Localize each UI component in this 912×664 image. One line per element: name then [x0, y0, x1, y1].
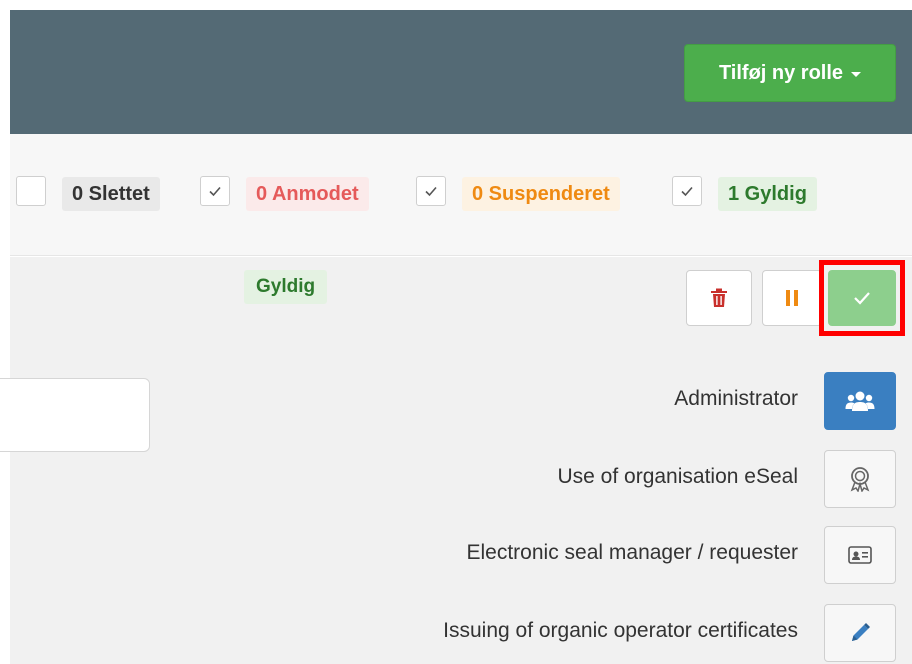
users-icon [845, 391, 875, 411]
filter-label-slettet: 0 Slettet [62, 177, 160, 211]
permission-label-administrator: Administrator [674, 387, 798, 410]
filter-label-gyldig: 1 Gyldig [718, 177, 817, 211]
filter-checkbox-slettet[interactable] [16, 176, 46, 206]
filter-checkbox-gyldig[interactable] [672, 176, 702, 206]
award-icon [850, 467, 870, 492]
filter-checkbox-anmodet[interactable] [200, 176, 230, 206]
caret-down-icon [851, 72, 862, 77]
pause-icon [786, 290, 798, 306]
filter-label-suspenderet: 0 Suspenderet [462, 177, 620, 211]
permission-toggle-administrator[interactable] [824, 372, 896, 430]
filter-checkbox-suspenderet[interactable] [416, 176, 446, 206]
role-text-input[interactable] [0, 378, 150, 452]
permission-toggle-organic-certificates[interactable] [824, 604, 896, 662]
permission-label-eseal: Use of organisation eSeal [557, 465, 799, 488]
id-card-icon [848, 546, 872, 564]
validate-button[interactable] [828, 270, 896, 326]
delete-button[interactable] [686, 270, 752, 326]
add-role-label: Tilføj ny rolle [718, 61, 844, 84]
check-icon [681, 186, 693, 197]
trash-icon [711, 288, 727, 307]
check-icon [209, 186, 221, 197]
suspend-button[interactable] [762, 270, 822, 326]
status-badge: Gyldig [244, 270, 328, 304]
permission-toggle-eseal[interactable] [824, 450, 896, 508]
check-icon [425, 186, 437, 197]
check-icon [854, 292, 870, 305]
permission-label-seal-manager: Electronic seal manager / requester [466, 541, 799, 564]
permission-label-organic-certificates: Issuing of organic operator certificates [443, 619, 798, 642]
filter-label-anmodet: 0 Anmodet [246, 177, 369, 211]
pencil-icon [852, 623, 870, 641]
add-role-button[interactable]: Tilføj ny rolle [684, 44, 896, 102]
permission-toggle-seal-manager[interactable] [824, 526, 896, 584]
